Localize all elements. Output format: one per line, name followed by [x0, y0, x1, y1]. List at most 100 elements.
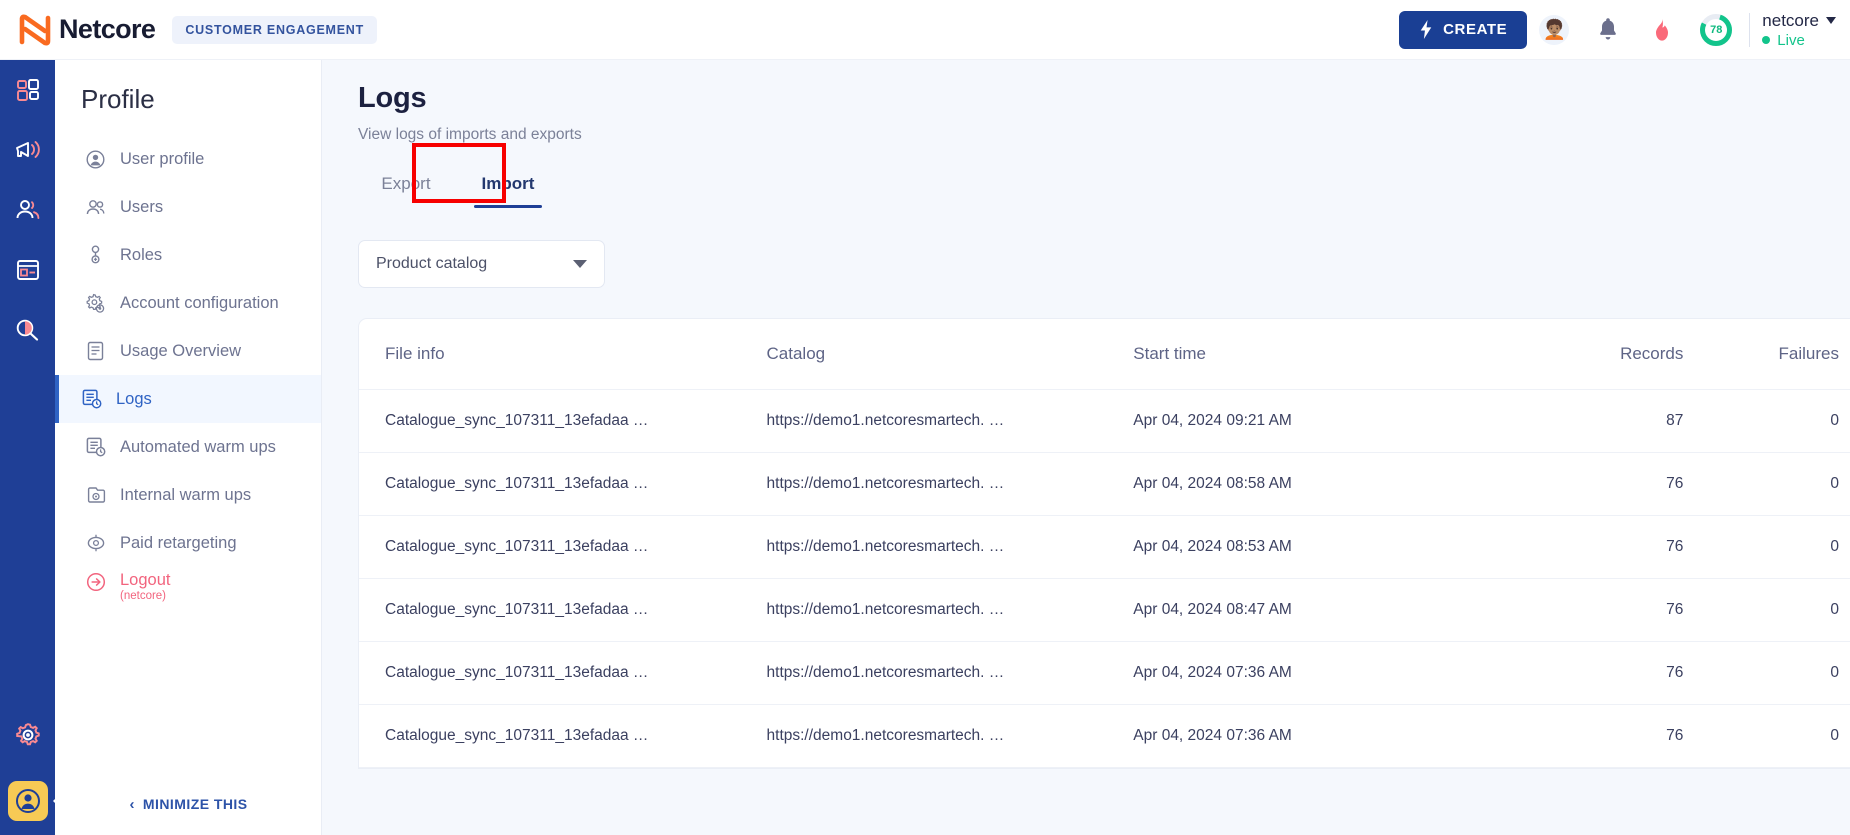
minimize-label: MINIMIZE THIS: [142, 796, 248, 812]
cell-failures: 0: [1683, 515, 1850, 579]
tab-underline: [372, 205, 440, 208]
table-row[interactable]: Catalogue_sync_107311_13efadaa … https:/…: [359, 389, 1850, 453]
logs-table-card: File info Catalog Start time Records Fai…: [358, 318, 1850, 769]
profile-sidebar: Profile User profile Users Roles Account…: [55, 60, 322, 835]
sidebar-title: Profile: [81, 84, 155, 114]
table-row[interactable]: Catalogue_sync_107311_13efadaa … https:/…: [359, 515, 1850, 579]
sidebar-item-label: Logs: [116, 389, 152, 408]
table-row[interactable]: Catalogue_sync_107311_13efadaa … https:/…: [359, 578, 1850, 642]
logs-table: File info Catalog Start time Records Fai…: [359, 319, 1850, 768]
sidebar-item-logs[interactable]: Logs: [55, 375, 321, 423]
column-header-start-time[interactable]: Start time: [1133, 319, 1480, 390]
column-header-file-info[interactable]: File info: [359, 319, 767, 390]
sidebar-item-label: Roles: [120, 245, 163, 264]
user-profile-icon: [85, 149, 106, 170]
catalog-type-dropdown[interactable]: Product catalog: [358, 240, 605, 288]
sidebar-item-logout[interactable]: Logout (netcore): [55, 567, 321, 619]
sidebar-item-label: Automated warm ups: [120, 437, 276, 456]
table-head: File info Catalog Start time Records Fai…: [359, 319, 1850, 390]
cell-catalog: https://demo1.netcoresmartech. …: [766, 704, 1134, 768]
cell-catalog: https://demo1.netcoresmartech. …: [766, 641, 1134, 705]
cell-records: 76: [1479, 578, 1684, 642]
tab-export[interactable]: Export: [358, 166, 454, 208]
column-header-catalog[interactable]: Catalog: [766, 319, 1134, 390]
paid-retargeting-icon: [85, 533, 106, 554]
status-badge: Live: [1777, 31, 1805, 49]
sidebar-item-label: Account configuration: [120, 293, 279, 312]
rail-item-campaigns[interactable]: [0, 120, 55, 180]
rail-item-dashboard[interactable]: [0, 60, 55, 120]
netcore-logo-icon: [19, 13, 51, 46]
cell-start-time: Apr 04, 2024 08:53 AM: [1133, 515, 1480, 579]
table-row[interactable]: Catalogue_sync_107311_13efadaa … https:/…: [359, 704, 1850, 768]
cell-failures: 0: [1683, 578, 1850, 642]
cell-file-info: Catalogue_sync_107311_13efadaa …: [359, 578, 767, 642]
templates-page-icon: [16, 260, 39, 280]
column-header-records[interactable]: Records: [1479, 319, 1684, 390]
sidebar-item-users[interactable]: Users: [55, 183, 321, 231]
automated-warmups-icon: [85, 437, 106, 458]
sidebar-item-usage-overview[interactable]: Usage Overview: [55, 327, 321, 375]
brand-logo-group[interactable]: Netcore CUSTOMER ENGAGEMENT: [18, 13, 377, 46]
cell-records: 76: [1479, 704, 1684, 768]
audience-users-icon: [16, 200, 39, 219]
streak-button[interactable]: [1635, 8, 1689, 52]
minimize-sidebar-button[interactable]: ‹ MINIMIZE THIS: [55, 773, 322, 835]
notifications-button[interactable]: [1581, 8, 1635, 52]
cell-failures: 0: [1683, 704, 1850, 768]
bell-icon: [1600, 17, 1617, 39]
cell-start-time: Apr 04, 2024 09:21 AM: [1133, 389, 1480, 453]
table-header-row: File info Catalog Start time Records Fai…: [359, 319, 1850, 390]
sidebar-item-paid-retargeting[interactable]: Paid retargeting: [55, 519, 321, 567]
avatar[interactable]: 🧑🏽‍🦱: [1527, 8, 1581, 52]
tab-import[interactable]: Import: [460, 166, 556, 208]
usage-overview-icon: [85, 341, 106, 362]
analytics-search-icon: [16, 319, 39, 341]
cell-start-time: Apr 04, 2024 08:58 AM: [1133, 452, 1480, 516]
rail-item-templates[interactable]: [0, 240, 55, 300]
sidebar-item-account-configuration[interactable]: Account configuration: [55, 279, 321, 327]
sidebar-item-roles[interactable]: Roles: [55, 231, 321, 279]
account-switcher[interactable]: netcore Live: [1762, 11, 1836, 49]
sidebar-item-label: Internal warm ups: [120, 485, 252, 504]
cell-catalog: https://demo1.netcoresmartech. …: [766, 578, 1134, 642]
top-header: Netcore CUSTOMER ENGAGEMENT CREATE 🧑🏽‍🦱: [0, 0, 1850, 60]
credit-score-button[interactable]: 78: [1689, 8, 1743, 52]
account-name-row: netcore: [1762, 11, 1836, 31]
logs-tabs: Export Import: [322, 143, 1850, 208]
sidebar-item-internal-warm-ups[interactable]: Internal warm ups: [55, 471, 321, 519]
sidebar-item-user-profile[interactable]: User profile: [55, 135, 321, 183]
status-dot-icon: [1762, 36, 1771, 44]
brand-tagline-badge: CUSTOMER ENGAGEMENT: [172, 15, 377, 44]
table-row[interactable]: Catalogue_sync_107311_13efadaa … https:/…: [359, 452, 1850, 516]
rail-item-analytics[interactable]: [0, 300, 55, 360]
internal-warmups-icon: [85, 485, 106, 506]
credit-score-value: 78: [1710, 23, 1723, 36]
flame-icon: [1656, 18, 1669, 41]
catalog-type-value: Product catalog: [376, 255, 488, 272]
account-status: Live: [1762, 32, 1805, 49]
cell-records: 76: [1479, 515, 1684, 579]
cell-file-info: Catalogue_sync_107311_13efadaa …: [359, 452, 767, 516]
chevron-left-icon: ‹: [129, 795, 135, 813]
column-header-failures[interactable]: Failures: [1683, 319, 1850, 390]
cell-failures: 0: [1683, 452, 1850, 516]
cell-file-info: Catalogue_sync_107311_13efadaa …: [359, 389, 767, 453]
sidebar-item-label: Paid retargeting: [120, 533, 237, 552]
sidebar-item-automated-warm-ups[interactable]: Automated warm ups: [55, 423, 321, 471]
header-divider: [1749, 12, 1751, 47]
table-row[interactable]: Catalogue_sync_107311_13efadaa … https:/…: [359, 641, 1850, 705]
rail-item-settings[interactable]: [0, 705, 55, 765]
rail-item-audience[interactable]: [0, 180, 55, 240]
create-button[interactable]: CREATE: [1399, 10, 1528, 49]
logout-arrow-icon: [85, 571, 106, 592]
campaign-megaphone-icon: [15, 141, 40, 158]
logout-text-group: Logout (netcore): [120, 571, 170, 604]
rail-item-profile[interactable]: [7, 781, 48, 821]
cell-records: 87: [1479, 389, 1684, 453]
account-name: netcore: [1762, 10, 1819, 30]
sidebar-item-label: Usage Overview: [120, 341, 242, 360]
cell-records: 76: [1479, 452, 1684, 516]
chevron-down-icon: [1826, 17, 1836, 24]
chevron-down-icon: [573, 260, 587, 268]
